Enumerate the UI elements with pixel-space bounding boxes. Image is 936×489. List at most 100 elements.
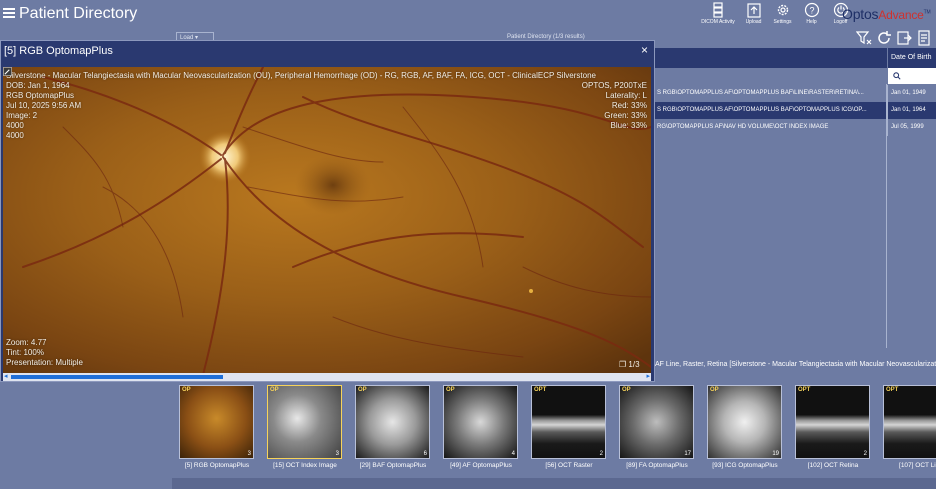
overlay-patient-name: Silverstone - Macular Telangiectasia wit… [6,71,596,80]
patient-table: Date Of Birth S RGB\OPTOMAPPLUS AF\OPTOM… [655,48,936,348]
table-row[interactable]: S RGB\OPTOMAPPLUS AF\OPTOMAPPLUS BAF\LIN… [655,85,936,102]
strip-scrollbar[interactable] [172,478,936,489]
brand-logo: OptosAdvanceTM [842,6,931,22]
dicom-activity-button[interactable]: DICOM Activity [700,0,736,30]
settings-button[interactable]: Settings [771,0,794,30]
search-icon [893,72,901,80]
row-description: S RGB\OPTOMAPPLUS AF\OPTOMAPPLUS BAF\OPT… [657,107,867,113]
overlay-height: 4000 [6,131,24,140]
overlay-blue: Blue: 33% [610,121,647,130]
menu-icon[interactable] [3,8,15,18]
overlay-view-info: Zoom: 4.77 Tint: 100% Presentation: Mult… [6,338,83,368]
thumbnail[interactable]: OP 4 [443,385,518,459]
gear-icon [777,4,788,16]
thumbnail-tag: OP [622,387,631,393]
annotate-icon[interactable] [3,67,12,76]
overlay-zoom: Zoom: 4.77 [6,338,47,347]
thumbnail-tag: OP [446,387,455,393]
thumbnail-tag: OPT [798,387,811,393]
row-dob: Jul 05, 1999 [887,119,936,136]
report-icon[interactable] [916,30,932,46]
thumbnail[interactable]: OPT [883,385,936,459]
close-icon[interactable]: × [641,43,648,57]
table-search-row [655,68,936,84]
column-header-dob[interactable]: Date Of Birth [887,48,936,68]
pager-text: 1/3 [628,360,640,369]
overlay-image-number: Image: 2 [6,111,38,120]
thumbnail-caption: [29] BAF OptomapPlus [359,462,427,469]
thumbnail[interactable]: OP 3 [267,385,342,459]
top-bar: Patient Directory DICOM Activity Upload … [0,0,936,30]
thumbnail-count: 3 [247,451,251,457]
overlay-tint: Tint: 100% [6,348,44,357]
thumbnail-caption: [5] RGB OptomapPlus [184,462,250,469]
upload-label: Upload [745,19,762,25]
table-row[interactable]: RG\OPTOMAPPLUS AF\NAV HD VOLUME\OCT INDE… [655,119,936,136]
thumbnail[interactable]: OP 6 [355,385,430,459]
overlay-green: Green: 33% [604,111,647,120]
overlay-width: 4000 [6,121,24,130]
upload-button[interactable]: Upload [742,0,765,30]
dob-search-input[interactable] [887,68,936,84]
upload-icon [746,3,761,18]
thumbnail-tag: OP [710,387,719,393]
stack-icon: ❐ [619,360,627,369]
help-icon: ? [804,2,819,18]
viewer-title: [5] RGB OptomapPlus [4,45,113,57]
overlay-red: Red: 33% [611,101,647,110]
image-pager[interactable]: ❐ 1/3 [619,360,640,369]
overlay-date: Jul 10, 2025 9:56 AM [6,101,82,110]
filter-clear-icon[interactable] [856,30,872,46]
row-dob: Jan 01, 1949 [887,85,936,102]
scrollbar-thumb[interactable] [11,375,223,379]
row-description: S RGB\OPTOMAPPLUS AF\OPTOMAPPLUS BAF\LIN… [657,90,864,96]
thumbnail-count: 6 [423,451,427,457]
thumbnail-tag: OPT [534,387,547,393]
refresh-icon[interactable] [876,30,892,46]
thumbnail-caption: [93] ICG OptomapPlus [712,462,778,469]
thumbnail-count: 17 [684,451,691,457]
row-dob: Jan 01, 1964 [887,102,936,119]
column-divider [886,84,887,348]
table-row-selected[interactable]: S RGB\OPTOMAPPLUS AF\OPTOMAPPLUS BAF\OPT… [655,102,936,119]
overlay-patient-info: Silverstone - Macular Telangiectasia wit… [6,71,596,141]
retina-image[interactable]: Silverstone - Macular Telangiectasia wit… [3,67,651,375]
overlay-modality: RGB OptomapPlus [6,91,75,100]
thumbnail-count: 2 [599,451,603,457]
svg-text:?: ? [809,6,814,16]
filter-toolbar [856,30,932,46]
dicom-activity-label: DICOM Activity [701,19,735,25]
thumbnail[interactable]: OP 19 [707,385,782,459]
overlay-device-info: OPTOS, P200TxE Laterality: L Red: 33% Gr… [582,81,647,131]
thumbnail-caption: [15] OCT Index Image [273,462,337,469]
overlay-dob: DOB: Jan 1, 1964 [6,81,70,90]
top-toolbar: DICOM Activity Upload Settings ? Help Lo… [700,0,852,30]
thumbnail-tag: OP [270,387,279,393]
image-viewer-window[interactable]: [5] RGB OptomapPlus × Silverstone - Macu… [0,40,655,382]
table-header: Date Of Birth [655,48,936,68]
row-description: RG\OPTOMAPPLUS AF\NAV HD VOLUME\OCT INDE… [657,124,829,130]
viewer-scrollbar[interactable]: ◂ ▸ [3,373,651,381]
thumbnail-count: 2 [863,451,867,457]
thumbnail-caption: [102] OCT Retina [807,462,859,469]
thumbnail[interactable]: OP 3 [179,385,254,459]
settings-label: Settings [773,19,792,25]
help-label: Help [806,19,817,25]
thumbnail-strip: OP 3 [5] RGB OptomapPlus OP 3 [15] OCT Index … [172,378,936,478]
thumbnail[interactable]: OPT 2 [795,385,870,459]
overlay-device: OPTOS, P200TxE [581,81,647,90]
overlay-laterality: Laterality: L [605,91,647,100]
export-icon[interactable] [896,30,912,46]
thumbnail-caption: [89] FA OptomapPlus [626,462,688,469]
thumbnail-tag: OP [358,387,367,393]
thumbnail-tag: OP [182,387,191,393]
help-button[interactable]: ? Help [800,0,823,30]
study-header: AF Line, Raster, Retina [Silverstone - M… [655,361,936,368]
scroll-right-icon[interactable]: ▸ [646,373,650,381]
thumbnail[interactable]: OPT 2 [531,385,606,459]
thumbnail[interactable]: OP 17 [619,385,694,459]
thumbnail-count: 3 [335,451,339,457]
thumbnail-caption: [49] AF OptomapPlus [450,462,512,469]
server-icon [713,2,723,18]
scroll-left-icon[interactable]: ◂ [4,373,8,381]
